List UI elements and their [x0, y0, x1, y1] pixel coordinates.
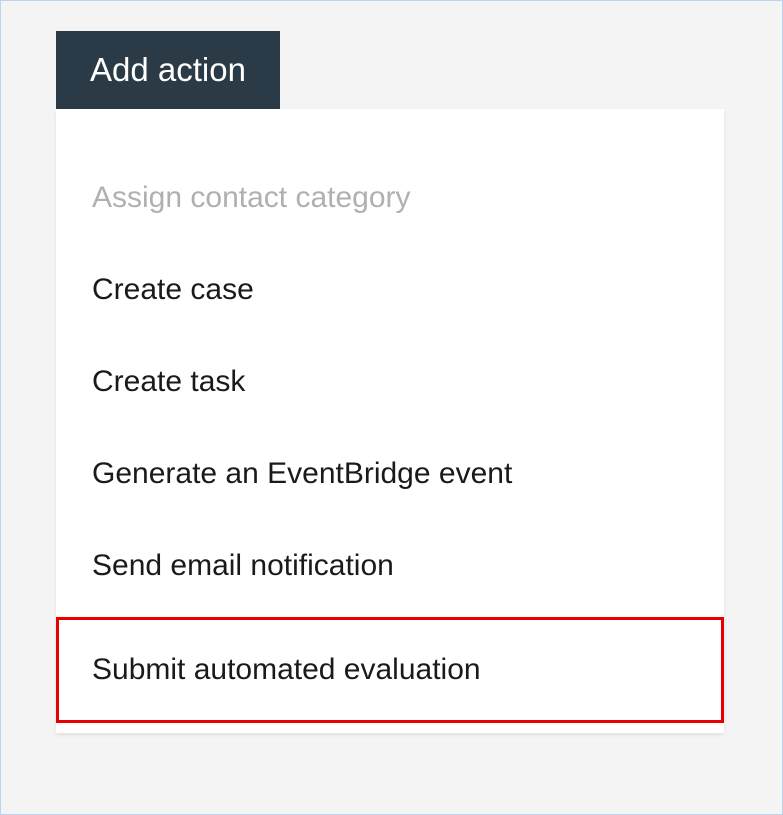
menu-item-assign-contact-category: Assign contact category [56, 157, 724, 239]
menu-item-generate-eventbridge-event[interactable]: Generate an EventBridge event [56, 433, 724, 515]
add-action-button[interactable]: Add action [56, 31, 280, 109]
menu-item-create-case[interactable]: Create case [56, 249, 724, 331]
menu-item-create-task[interactable]: Create task [56, 341, 724, 423]
menu-item-submit-automated-evaluation[interactable]: Submit automated evaluation [56, 617, 724, 723]
page-container: Add action Assign contact category Creat… [1, 1, 782, 763]
add-action-dropdown: Assign contact category Create case Crea… [56, 109, 724, 733]
menu-item-send-email-notification[interactable]: Send email notification [56, 525, 724, 607]
